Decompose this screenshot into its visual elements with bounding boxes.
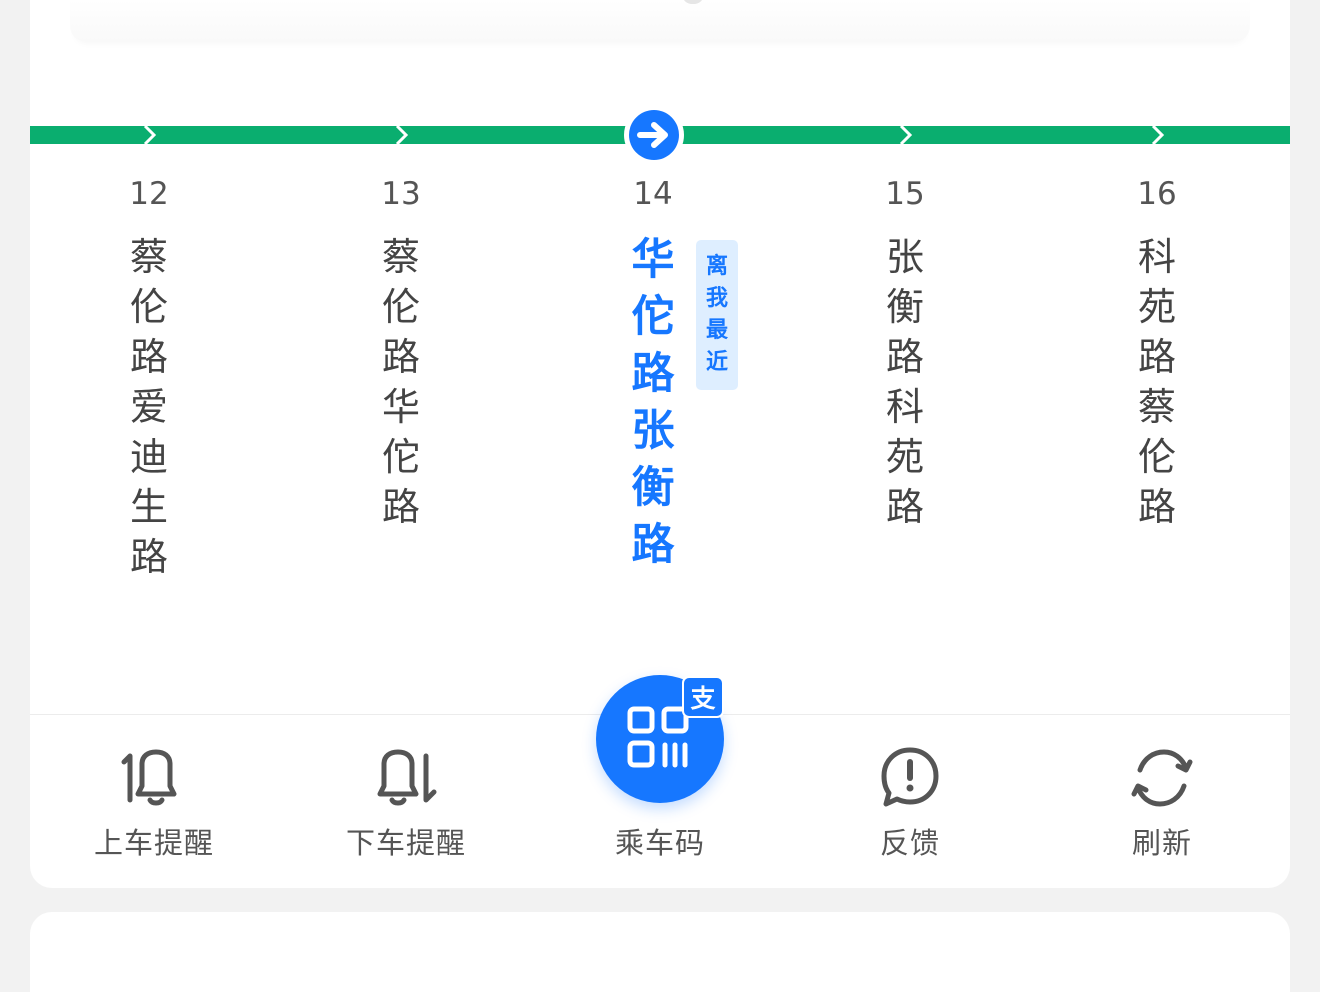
stop-item[interactable]: 13 蔡伦路华佗路 — [336, 172, 466, 532]
current-stop-marker — [624, 105, 684, 165]
stop-name: 科苑路蔡伦路 — [1137, 235, 1176, 529]
feedback-label: 反馈 — [879, 826, 940, 860]
stop-number: 12 — [129, 176, 169, 212]
direction-chevron-icon — [1151, 126, 1165, 144]
stop-number: 15 — [885, 176, 925, 212]
direction-chevron-icon — [899, 126, 913, 144]
collapsed-header-strip — [70, 0, 1250, 42]
stop-number: 16 — [1137, 176, 1177, 212]
refresh-icon — [1131, 749, 1193, 807]
next-section-card — [30, 912, 1290, 992]
stop-number: 13 — [381, 176, 421, 212]
direction-chevron-icon — [395, 126, 409, 144]
arrow-right-icon — [637, 122, 668, 148]
stop-name: 蔡伦路爱迪生路 — [129, 235, 168, 579]
feedback-button[interactable]: 反馈 — [810, 720, 1010, 870]
drag-handle[interactable] — [682, 0, 704, 4]
stop-item[interactable]: 12 蔡伦路爱迪生路 — [84, 172, 214, 582]
refresh-button[interactable]: 刷新 — [1062, 720, 1262, 870]
stop-name: 华佗路张衡路 — [631, 235, 675, 570]
ride-code-label[interactable]: 乘车码 — [556, 820, 764, 862]
bus-line-card: 12 蔡伦路爱迪生路 13 蔡伦路华佗路 14 华佗路张衡路 离我最近 15 张… — [30, 0, 1290, 888]
stop-number: 14 — [633, 176, 673, 212]
alight-reminder-button[interactable]: 下车提醒 — [306, 720, 506, 870]
board-reminder-label: 上车提醒 — [93, 826, 214, 860]
refresh-label: 刷新 — [1131, 826, 1192, 860]
board-reminder-button[interactable]: 上车提醒 — [54, 720, 254, 870]
stop-item[interactable]: 15 张衡路科苑路 — [840, 172, 970, 532]
stop-name: 张衡路科苑路 — [885, 235, 924, 529]
alight-reminder-label: 下车提醒 — [345, 826, 466, 860]
bell-alighting-icon — [377, 749, 437, 806]
feedback-icon — [881, 747, 939, 807]
stop-item[interactable]: 16 科苑路蔡伦路 — [1092, 172, 1222, 532]
direction-chevron-icon — [143, 126, 157, 144]
nearest-stop-badge: 离我最近 — [696, 240, 738, 390]
stop-name: 蔡伦路华佗路 — [381, 235, 420, 529]
alipay-badge: 支 — [682, 676, 724, 718]
bell-boarding-icon — [121, 749, 177, 806]
